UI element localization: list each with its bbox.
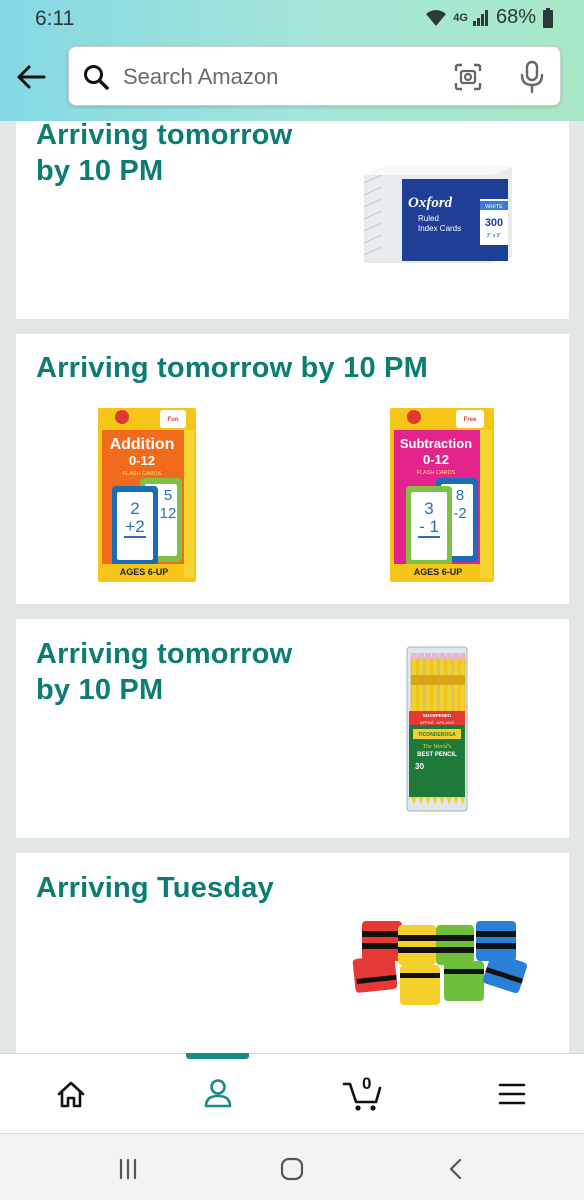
- product-line-text: Index Cards: [418, 224, 461, 233]
- product-band-text: SHARPENED: [423, 713, 452, 718]
- status-icons: 4G 68%: [425, 6, 554, 29]
- product-subtitle-text: FLASH CARDS: [417, 470, 456, 476]
- system-back-icon[interactable]: [442, 1156, 472, 1182]
- product-size-text: 3" x 5": [487, 233, 502, 239]
- product-ages-text: AGES 6-UP: [414, 567, 463, 577]
- app-header: 6:11 4G 68%: [0, 0, 584, 121]
- active-tab-indicator: [186, 1053, 249, 1059]
- delivery-title: Arriving tomorrow by 10 PM: [36, 117, 292, 189]
- cart-count-badge: 0: [362, 1074, 372, 1093]
- bottom-navigation: 0: [0, 1053, 584, 1133]
- subtraction-flash-cards-image[interactable]: Free Subtraction 0-12 FLASH CARDS 8 -2 3…: [390, 408, 494, 582]
- delivery-title: Arriving Tuesday: [36, 872, 274, 904]
- product-brand-text: Oxford: [408, 195, 453, 211]
- card-number-text: 8: [456, 487, 464, 504]
- cart-button[interactable]: 0: [342, 1074, 386, 1114]
- battery-icon: [543, 7, 553, 28]
- system-navigation-bar: [0, 1133, 584, 1200]
- delivery-title-line: Arriving tomorrow: [36, 638, 293, 670]
- product-badge-text: Free: [464, 417, 477, 423]
- battery-percent: 68%: [495, 6, 536, 28]
- product-line-text: Ruled: [418, 214, 439, 223]
- microphone-icon[interactable]: [519, 60, 545, 94]
- delivery-card[interactable]: Arriving tomorrow by 10 PM Fun Addition …: [16, 334, 569, 604]
- recent-apps-icon[interactable]: [113, 1156, 143, 1182]
- card-number-text: -2: [453, 505, 466, 522]
- delivery-title: Arriving tomorrow by 10 PM: [36, 352, 428, 384]
- delivery-card[interactable]: Arriving tomorrow by 10 PM WHITE 300 3" …: [16, 119, 569, 319]
- home-icon[interactable]: [51, 1074, 91, 1114]
- product-subtitle-text: FLASH CARDS: [123, 471, 162, 477]
- product-ages-text: AGES 6-UP: [120, 567, 169, 577]
- card-number-text: 2: [130, 499, 139, 518]
- home-button-icon[interactable]: [277, 1156, 307, 1182]
- search-input[interactable]: [123, 57, 443, 97]
- card-number-text: - 1: [419, 517, 439, 536]
- product-title-text: Subtraction: [400, 436, 472, 451]
- product-title-text: Addition: [110, 436, 175, 453]
- ticonderoga-pencils-image[interactable]: SHARPENED AFFILÉ · AFILADO TICONDEROGA T…: [405, 645, 469, 813]
- product-count-text: 300: [485, 217, 503, 229]
- product-tagline-text: The World's: [423, 744, 452, 750]
- search-bar[interactable]: [68, 46, 561, 106]
- card-number-text: 12: [160, 505, 177, 522]
- delivery-card[interactable]: Arriving Tuesday: [16, 853, 569, 1053]
- delivery-title: Arriving tomorrow by 10 PM: [36, 636, 292, 708]
- card-number-text: 5: [164, 487, 172, 504]
- product-tag-text: WHITE: [485, 204, 503, 210]
- product-band-text: AFFILÉ · AFILADO: [420, 720, 454, 725]
- delivery-title-line: by 10 PM: [36, 155, 164, 187]
- product-badge-text: Fun: [168, 417, 179, 423]
- card-number-text: 3: [424, 499, 433, 518]
- delivery-title-line: by 10 PM: [36, 674, 164, 706]
- back-arrow-icon[interactable]: [14, 60, 48, 94]
- delivery-card[interactable]: Arriving tomorrow by 10 PM SHARPENED AFF…: [16, 619, 569, 838]
- addition-flash-cards-image[interactable]: Fun Addition 0-12 FLASH CARDS 5 12 2 +2 …: [98, 408, 196, 582]
- signal-icon: [472, 9, 488, 26]
- network-type: 4G: [453, 11, 468, 24]
- product-tagline-text: BEST PENCIL: [417, 752, 457, 758]
- product-count-text: 30: [415, 762, 424, 771]
- product-range-text: 0-12: [423, 452, 449, 467]
- status-bar: 6:11 4G 68%: [0, 0, 584, 40]
- account-icon[interactable]: [198, 1074, 238, 1114]
- oxford-index-cards-image[interactable]: WHITE 300 3" x 5" Oxford Ruled Index Car…: [362, 165, 512, 265]
- product-range-text: 0-12: [129, 453, 155, 468]
- product-brand-text: TICONDEROGA: [418, 732, 456, 738]
- menu-icon[interactable]: [492, 1074, 532, 1114]
- card-number-text: +2: [125, 517, 144, 536]
- camera-scan-icon[interactable]: [453, 62, 483, 92]
- search-icon: [84, 65, 109, 90]
- status-time: 6:11: [35, 7, 75, 30]
- wifi-icon: [426, 9, 447, 26]
- delivery-title-line: Arriving tomorrow: [36, 119, 293, 151]
- magnetic-erasers-image[interactable]: [352, 917, 528, 1013]
